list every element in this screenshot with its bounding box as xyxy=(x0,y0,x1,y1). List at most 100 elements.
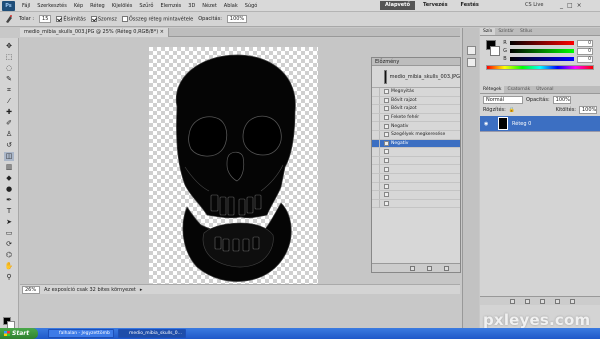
history-state-row[interactable]: Szegélyek megkeresése xyxy=(372,130,460,140)
menu-edit[interactable]: Szerkesztés xyxy=(37,3,67,9)
history-brush-source-slot[interactable] xyxy=(372,165,380,174)
history-snapshot[interactable]: medio_mibia_skulls_003.JPG xyxy=(372,66,460,88)
color-spectrum-bar[interactable] xyxy=(486,65,594,70)
close-icon[interactable]: × xyxy=(577,2,582,9)
status-arrow-icon[interactable]: ▸ xyxy=(140,287,143,293)
layer-row[interactable]: ◉ Réteg 0 xyxy=(480,116,600,132)
history-state-row[interactable]: Bővít rajzot xyxy=(372,104,460,114)
taskbar-photoshop-button[interactable]: medio_mibia_skulls_0... xyxy=(118,329,186,338)
history-state-row[interactable]: Negatív xyxy=(372,139,460,149)
shape-tool-icon[interactable]: ▭ xyxy=(4,229,14,238)
slider-red-value[interactable]: 0 xyxy=(577,39,593,47)
history-brush-source-slot[interactable] xyxy=(372,139,380,148)
history-brush-source-slot[interactable] xyxy=(372,87,380,96)
history-panel-icon[interactable] xyxy=(467,46,476,55)
visibility-eye-icon[interactable]: ◉ xyxy=(484,121,488,127)
slider-blue-track[interactable] xyxy=(510,57,574,61)
pen-tool-icon[interactable]: ✒ xyxy=(4,196,14,205)
slider-green-value[interactable]: 0 xyxy=(577,47,593,55)
history-brush-source-slot[interactable] xyxy=(372,199,380,208)
history-brush-source-slot[interactable] xyxy=(372,190,380,199)
antialias-checkbox[interactable]: Élsimítás xyxy=(56,15,86,22)
tab-layers[interactable]: Rétegek xyxy=(480,86,505,93)
history-state-row[interactable] xyxy=(372,199,460,209)
history-brush-tool-icon[interactable]: ↺ xyxy=(4,141,14,150)
workspace-design-button[interactable]: Tervezés xyxy=(418,1,453,10)
crop-tool-icon[interactable]: ⌗ xyxy=(4,86,14,95)
3d-rotate-tool-icon[interactable]: ⟳ xyxy=(4,240,14,249)
menu-3d[interactable]: 3D xyxy=(188,3,195,9)
menu-filter[interactable]: Szűrő xyxy=(139,3,153,9)
marquee-tool-icon[interactable]: ⬚ xyxy=(4,53,14,62)
workspace-essentials-button[interactable]: Alapvető xyxy=(380,1,416,10)
history-state-row[interactable] xyxy=(372,182,460,192)
history-brush-source-slot[interactable] xyxy=(372,156,380,165)
minimize-icon[interactable]: _ xyxy=(560,2,563,9)
move-tool-icon[interactable]: ✥ xyxy=(4,42,14,51)
slider-blue[interactable]: B 0 xyxy=(500,55,600,63)
zoom-tool-icon[interactable]: ⚲ xyxy=(4,273,14,282)
opacity-input[interactable]: 100% xyxy=(226,15,248,23)
taskbar-notepad-button[interactable]: falhalan - Jegyzettömb xyxy=(48,329,114,338)
menu-file[interactable]: Fájl xyxy=(22,3,30,9)
cs-live-button[interactable]: CS Live xyxy=(525,2,543,8)
lasso-tool-icon[interactable]: ◌ xyxy=(4,64,14,73)
new-layer-icon[interactable] xyxy=(555,299,560,304)
stamp-tool-icon[interactable]: ♙ xyxy=(4,130,14,139)
history-state-row[interactable]: Bővít rajzot xyxy=(372,96,460,106)
history-state-row[interactable] xyxy=(372,156,460,166)
quick-select-tool-icon[interactable]: ✎ xyxy=(4,75,14,84)
history-brush-source-slot[interactable] xyxy=(372,147,380,156)
history-brush-source-slot[interactable] xyxy=(372,182,380,191)
layer-mask-icon[interactable] xyxy=(540,299,545,304)
document-canvas[interactable] xyxy=(149,47,318,284)
new-snapshot-icon[interactable] xyxy=(427,266,432,271)
lock-icon[interactable]: 🔒 xyxy=(509,107,515,113)
history-state-row[interactable]: Megnyitás xyxy=(372,87,460,97)
menu-analysis[interactable]: Elemzés xyxy=(160,3,181,9)
healing-tool-icon[interactable]: ✚ xyxy=(4,108,14,117)
eyedropper-tool-icon[interactable]: ⁄ xyxy=(4,97,14,106)
maximize-icon[interactable]: □ xyxy=(567,2,573,9)
history-brush-source-slot[interactable] xyxy=(372,130,380,139)
color-panel-background-swatch[interactable] xyxy=(490,46,500,56)
slider-green-track[interactable] xyxy=(510,49,574,53)
zoom-level-field[interactable]: 26% xyxy=(22,285,40,294)
magic-eraser-icon[interactable] xyxy=(4,14,14,24)
document-tab[interactable]: medio_mibia_skulls_003.JPG @ 25% (Réteg … xyxy=(20,28,169,37)
new-document-from-state-icon[interactable] xyxy=(410,266,415,271)
contiguous-checkbox[interactable]: Szomsz xyxy=(90,15,117,22)
history-state-row[interactable]: Negatív xyxy=(372,122,460,131)
history-state-row[interactable]: Fekete fehér xyxy=(372,113,460,123)
3d-camera-tool-icon[interactable]: ⌬ xyxy=(4,251,14,260)
tolerance-input[interactable]: 15 xyxy=(39,15,52,23)
delete-layer-icon[interactable] xyxy=(570,299,575,304)
link-layers-icon[interactable] xyxy=(510,299,515,304)
menu-window[interactable]: Ablak xyxy=(224,3,238,9)
history-brush-source-slot[interactable] xyxy=(372,122,380,131)
history-state-row[interactable] xyxy=(372,173,460,183)
menu-layer[interactable]: Réteg xyxy=(90,3,105,9)
history-brush-source-slot[interactable] xyxy=(372,113,380,122)
history-brush-source-slot[interactable] xyxy=(372,104,380,113)
tab-styles[interactable]: Stílus xyxy=(517,28,535,35)
history-state-row[interactable] xyxy=(372,190,460,200)
all-layers-checkbox[interactable]: Összeg réteg mintavétele xyxy=(121,15,193,22)
eraser-tool-icon[interactable]: ◫ xyxy=(4,152,14,161)
blur-tool-icon[interactable]: ◆ xyxy=(4,174,14,183)
blend-mode-select[interactable]: Normál xyxy=(483,96,523,104)
slider-green[interactable]: G 0 xyxy=(500,47,600,55)
slider-blue-value[interactable]: 0 xyxy=(577,55,593,63)
menu-select[interactable]: Kijelölés xyxy=(112,3,133,9)
brush-tool-icon[interactable]: ✐ xyxy=(4,119,14,128)
menu-image[interactable]: Kép xyxy=(74,3,83,9)
path-select-tool-icon[interactable]: ➤ xyxy=(4,218,14,227)
menu-help[interactable]: Súgó xyxy=(245,3,258,9)
history-state-row[interactable] xyxy=(372,147,460,157)
slider-red-track[interactable] xyxy=(510,41,574,45)
tab-color[interactable]: Szín xyxy=(480,28,496,35)
menu-view[interactable]: Nézet xyxy=(202,3,216,9)
trash-icon[interactable] xyxy=(444,266,449,271)
layer-style-icon[interactable] xyxy=(525,299,530,304)
history-brush-source-slot[interactable] xyxy=(372,173,380,182)
